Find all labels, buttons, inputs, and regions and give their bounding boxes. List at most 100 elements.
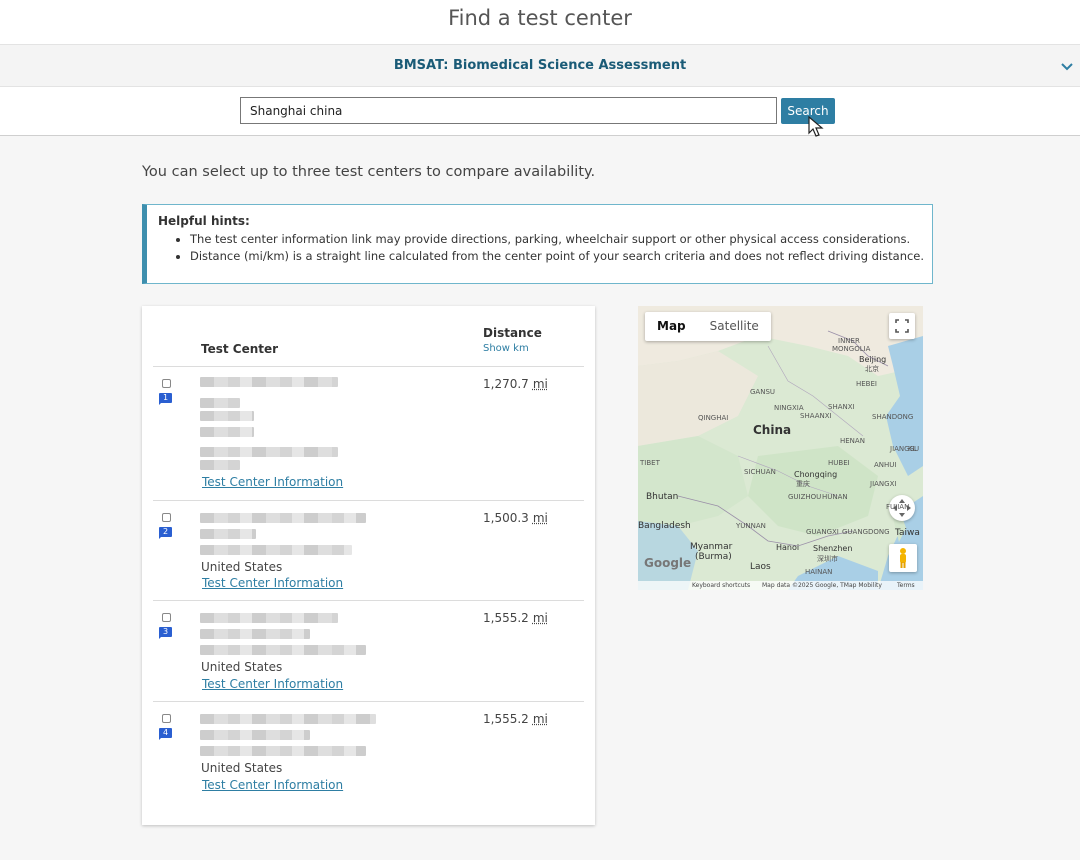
map-label-city: 深圳市 (817, 555, 838, 563)
map-label-region: YUNNAN (736, 522, 766, 530)
redacted-text (200, 645, 366, 655)
map-label-region: GUIZHOU (788, 493, 822, 501)
fullscreen-button[interactable] (889, 313, 915, 339)
terms-link[interactable]: Terms (897, 581, 915, 590)
result-row: 2 United States Test Center Information … (153, 500, 584, 601)
map-label-city: Chongqing (794, 470, 838, 479)
distance-unit: mi (532, 712, 548, 726)
map-label-region: SICHUAN (744, 468, 776, 476)
map-label-region: SHANXI (828, 403, 855, 411)
map-label-region: HENAN (840, 437, 865, 445)
redacted-text (200, 377, 338, 387)
map-pin-icon: 3 (159, 627, 172, 639)
select-checkbox[interactable] (162, 714, 171, 723)
satellite-tab[interactable]: Satellite (698, 312, 771, 341)
redacted-text (200, 447, 338, 457)
exam-selector[interactable]: BMSAT: Biomedical Science Assessment (0, 44, 1080, 87)
map-label-country: (Burma) (695, 552, 732, 562)
map-label-city: Shenzhen (813, 544, 853, 553)
column-header-distance: Distance (483, 326, 542, 340)
test-center-info-link[interactable]: Test Center Information (202, 475, 343, 489)
search-input[interactable] (240, 97, 777, 124)
keyboard-shortcuts-link[interactable]: Keyboard shortcuts (692, 581, 750, 590)
distance-value: 1,555.2 mi (483, 712, 548, 726)
street-view-button[interactable] (889, 544, 917, 572)
redacted-text (200, 529, 256, 539)
distance-unit: mi (532, 511, 548, 525)
result-row: 3 United States Test Center Information … (153, 600, 584, 702)
map-label-region: HUNAN (822, 493, 848, 501)
redacted-text (200, 513, 366, 523)
distance-number: 1,555.2 (483, 712, 529, 726)
map-label-region: HEBEI (856, 380, 877, 388)
map-label-region: JIANGXI (870, 480, 897, 488)
redacted-text (200, 398, 240, 408)
distance-value: 1,555.2 mi (483, 611, 548, 625)
map-attribution: Map data ©2025 Google, TMap Mobility (762, 582, 882, 589)
map-label-country: China (753, 423, 792, 437)
redacted-text (200, 427, 254, 437)
map-view[interactable]: Map Satellite China Beijing 北京 Chongqing… (638, 306, 923, 590)
map-label-region: HUBEI (828, 459, 850, 467)
results-panel: Test Center Distance Show km 1 Test Cent… (142, 306, 595, 825)
map-label-region: GUANGXI (806, 528, 839, 536)
map-pin-icon: 2 (159, 527, 172, 539)
show-km-link[interactable]: Show km (483, 343, 529, 354)
redacted-text (200, 613, 338, 623)
map-label-city: Hanoi (776, 543, 800, 552)
pegman-icon (900, 548, 906, 568)
test-center-info-link[interactable]: Test Center Information (202, 677, 343, 691)
hint-item: Distance (mi/km) is a straight line calc… (190, 248, 924, 265)
country-text: United States (201, 761, 283, 775)
test-center-info-link[interactable]: Test Center Information (202, 576, 343, 590)
distance-number: 1,555.2 (483, 611, 529, 625)
redacted-text (200, 714, 376, 724)
page-header: Find a test center (0, 0, 1080, 44)
hint-item: The test center information link may pro… (190, 231, 924, 248)
map-label-region: GUANGDONG (842, 528, 890, 536)
map-label-city: Beijing (859, 355, 887, 364)
map-label-country: Myanmar (690, 542, 733, 552)
redacted-text (200, 629, 310, 639)
map-label-region: INNER (838, 337, 860, 345)
column-header-test-center: Test Center (201, 342, 279, 356)
map-label-region: ANHUI (874, 461, 897, 469)
search-bar: Search (0, 87, 1080, 136)
hints-list: The test center information link may pro… (147, 231, 924, 265)
map-label-country: Bhutan (646, 492, 679, 502)
map-label-region: KL (908, 445, 917, 453)
mouse-cursor-icon (808, 116, 824, 137)
map-label-region: GANSU (750, 388, 776, 396)
distance-unit: mi (532, 377, 548, 391)
distance-number: 1,500.3 (483, 511, 529, 525)
map-label-country: Laos (750, 562, 771, 572)
country-text: United States (201, 660, 283, 674)
map-type-control: Map Satellite (645, 312, 771, 341)
map-footer: Keyboard shortcuts Map data ©2025 Google… (638, 581, 923, 590)
distance-number: 1,270.7 (483, 377, 529, 391)
select-checkbox[interactable] (162, 379, 171, 388)
test-center-info-link[interactable]: Test Center Information (202, 778, 343, 792)
google-logo: Google (644, 556, 692, 570)
map-label-region: SHAANXI (800, 412, 832, 420)
distance-unit: mi (532, 611, 548, 625)
map-label-region: FUJIAN (886, 503, 910, 511)
result-row: 1 Test Center Information 1,270.7 mi (153, 366, 584, 501)
distance-value: 1,500.3 mi (483, 511, 548, 525)
redacted-text (200, 730, 310, 740)
select-checkbox[interactable] (162, 613, 171, 622)
chevron-down-icon[interactable] (1060, 61, 1074, 71)
fullscreen-icon (895, 319, 909, 333)
redacted-text (200, 411, 254, 421)
map-label-city: 重庆 (796, 480, 810, 488)
intro-text: You can select up to three test centers … (142, 164, 596, 180)
map-label-region: SHANDONG (872, 413, 914, 421)
select-checkbox[interactable] (162, 513, 171, 522)
helpful-hints-box: Helpful hints: The test center informati… (142, 204, 933, 284)
map-label-city: 北京 (865, 365, 879, 373)
map-label-region: QINGHAI (698, 414, 729, 422)
page-title: Find a test center (448, 6, 632, 30)
map-tab[interactable]: Map (645, 312, 698, 341)
map-label-region: MONGOLIA (832, 345, 871, 353)
map-label-country: Bangladesh (638, 521, 691, 531)
